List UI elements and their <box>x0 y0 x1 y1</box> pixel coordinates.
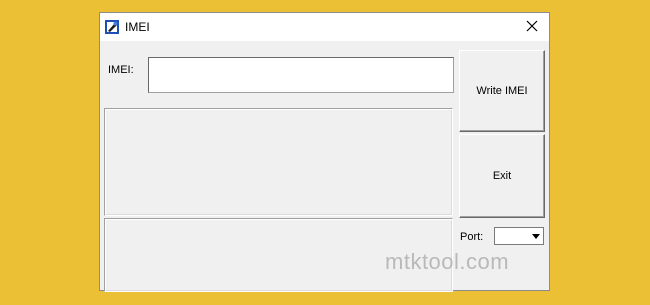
imei-label: IMEI: <box>108 64 134 76</box>
log-panel-top <box>104 108 453 216</box>
close-icon <box>526 20 538 35</box>
imei-input[interactable] <box>148 57 454 93</box>
close-button[interactable] <box>515 13 549 41</box>
window-title: IMEI <box>125 20 150 34</box>
port-select[interactable] <box>494 227 544 245</box>
exit-button[interactable]: Exit <box>459 134 545 218</box>
title-bar[interactable]: IMEI <box>100 13 549 41</box>
watermark-text: mtktool.com <box>385 249 510 274</box>
write-imei-button[interactable]: Write IMEI <box>459 50 545 132</box>
port-label: Port: <box>460 231 484 243</box>
tool-app-icon <box>104 19 120 35</box>
chevron-down-icon[interactable] <box>528 228 543 244</box>
